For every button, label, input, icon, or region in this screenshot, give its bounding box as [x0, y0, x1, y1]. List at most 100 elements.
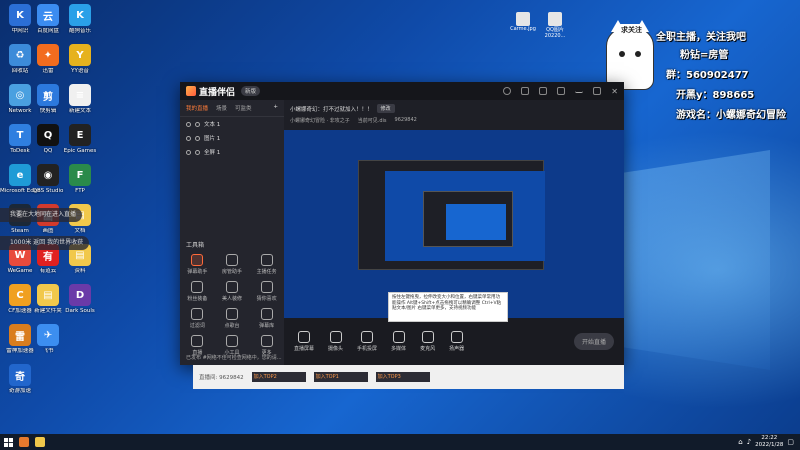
- toolbox-item[interactable]: 更多: [249, 335, 284, 356]
- live-room-strip: 直播间: 9629842 加入TOP2 加入TOP1 加入TOP3: [193, 365, 624, 389]
- source-control[interactable]: 手机投屏: [357, 331, 377, 352]
- minimize-icon[interactable]: [575, 89, 584, 93]
- desktop-icon[interactable]: E Epic Games: [60, 124, 100, 155]
- image-file-icon: [516, 12, 530, 26]
- tool-icon: [191, 281, 204, 293]
- tab-monitor[interactable]: 可监类: [235, 104, 252, 112]
- source-control[interactable]: 扬声器: [449, 331, 464, 352]
- desktop-file-2[interactable]: QQ图片 20220...: [540, 12, 570, 39]
- source-controls-bar: 直播屏幕 摄像头 手机投屏 多媒体 麦克风 扬声器 开始直播: [284, 318, 624, 365]
- tool-label: 弹幕库: [259, 323, 275, 329]
- stream-preview-canvas[interactable]: [284, 130, 624, 318]
- toolbox-title: 工具箱: [186, 242, 205, 249]
- rank-thumb[interactable]: 加入TOP3: [375, 372, 430, 382]
- live-room-meta: 直播间: 9629842: [199, 375, 244, 381]
- desktop-icon-label: 奇游加速: [8, 388, 31, 394]
- source-control-icon: [450, 331, 463, 343]
- maximize-icon[interactable]: [593, 87, 602, 95]
- clock-time: 22:22: [761, 435, 778, 441]
- taskbar: ⌂ ♪ 22:22 2022/1/28 ▢: [0, 434, 800, 450]
- toolbox-item[interactable]: 弹幕助手: [180, 254, 215, 275]
- toolbox-item[interactable]: 房管助手: [215, 254, 250, 275]
- layer-label: 文本 1: [204, 122, 221, 128]
- lock-icon[interactable]: [195, 149, 200, 155]
- toolbox-item[interactable]: 点歌台: [215, 308, 250, 329]
- toolbox-item[interactable]: 粉丝装备: [180, 281, 215, 302]
- toolbox-item[interactable]: 猜你喜欢: [249, 281, 284, 302]
- settings-icon[interactable]: [539, 87, 548, 95]
- lock-icon[interactable]: [195, 135, 200, 141]
- desktop-icon[interactable]: Y YY语音: [60, 44, 100, 75]
- taskbar-app-icon[interactable]: [16, 434, 32, 450]
- visibility-icon[interactable]: [186, 135, 191, 141]
- avatar-icon[interactable]: [503, 87, 512, 95]
- desktop-icon[interactable]: F FTP: [60, 164, 100, 195]
- desktop-icon-label: 新建文本: [68, 108, 91, 114]
- tab-my-live[interactable]: 我的直播: [186, 104, 208, 112]
- close-icon[interactable]: ✕: [611, 87, 618, 96]
- tool-icon: [225, 254, 238, 266]
- taskbar-app-icon[interactable]: [32, 434, 48, 450]
- desktop-icon-label: YY语音: [71, 68, 89, 74]
- tool-icon: [191, 335, 204, 347]
- layer-label: 图片 1: [204, 136, 221, 142]
- rank-thumb[interactable]: 加入TOP2: [251, 372, 306, 382]
- live-companion-window: 直播伴侣 新版 ✕ 我的直播 场景 可监类 + 文本 1 图片 1 全屏 1 工…: [180, 82, 624, 365]
- add-source-icon[interactable]: +: [273, 104, 278, 112]
- tool-icon: [225, 335, 238, 347]
- toolbox-item[interactable]: 美人装修: [215, 281, 250, 302]
- desktop-file-1[interactable]: Carme.jpg: [508, 12, 538, 32]
- layer-item[interactable]: 文本 1: [180, 117, 284, 131]
- follow-tag: 求关注: [618, 24, 645, 36]
- app-icon: ▤: [37, 284, 59, 306]
- tool-label: 猜你喜欢: [256, 296, 277, 302]
- desktop-icon[interactable]: ✈ 飞书: [28, 324, 68, 355]
- notification-icon[interactable]: ▢: [787, 438, 794, 446]
- desktop-icon[interactable]: 奇奇游加速: [0, 364, 40, 395]
- start-button[interactable]: [0, 434, 16, 450]
- clock[interactable]: 22:22 2022/1/28: [755, 435, 783, 449]
- source-control-icon: [329, 331, 342, 343]
- message-icon[interactable]: [521, 87, 530, 95]
- source-control[interactable]: 直播屏幕: [294, 331, 314, 352]
- desktop-icon[interactable]: K 酷狗音乐: [60, 4, 100, 35]
- toolbox-item[interactable]: 主播任务: [249, 254, 284, 275]
- app-title: 直播伴侣: [199, 87, 236, 98]
- layer-item[interactable]: 图片 1: [180, 131, 284, 145]
- toolbox-item[interactable]: 直播: [180, 335, 215, 356]
- tool-icon: [191, 308, 204, 320]
- source-control[interactable]: 摄像头: [328, 331, 343, 352]
- tool-icon: [225, 281, 238, 293]
- desktop-icon[interactable]: ≡ 新建文本: [60, 84, 100, 115]
- toolbox-item[interactable]: 小工具: [215, 335, 250, 356]
- notice-text: 小螺娜奇幻：打不过就加入！！！: [290, 106, 373, 113]
- visibility-icon[interactable]: [186, 121, 191, 127]
- desktop-icon-label: 文档: [74, 228, 86, 234]
- tool-label: 房管助手: [221, 269, 242, 275]
- desktop-icon[interactable]: D Dark Souls: [60, 284, 100, 315]
- desktop-icon-label: 飞书: [42, 348, 54, 354]
- app-titlebar: 直播伴侣 新版 ✕: [180, 82, 624, 100]
- source-control[interactable]: 多媒体: [391, 331, 406, 352]
- desktop-icon-label: FTP: [75, 188, 85, 194]
- rank-thumb[interactable]: 加入TOP1: [313, 372, 368, 382]
- tab-scene[interactable]: 场景: [216, 104, 227, 112]
- start-live-button[interactable]: 开始直播: [573, 333, 614, 350]
- visibility-icon[interactable]: [186, 149, 191, 155]
- toolbox-item[interactable]: 过滤词: [180, 308, 215, 329]
- toolbox-item[interactable]: 弹幕库: [249, 308, 284, 329]
- desktop-icon-label: Epic Games: [63, 148, 97, 154]
- windows-logo-wallpaper: [600, 150, 770, 370]
- image-file-icon: [548, 12, 562, 26]
- tool-label: 过滤词: [189, 323, 205, 329]
- volume-icon[interactable]: ♪: [747, 438, 751, 446]
- edit-notice-button[interactable]: 修改: [376, 104, 395, 113]
- network-icon[interactable]: ⌂: [738, 438, 742, 446]
- room-title[interactable]: 小螺娜奇幻冒险 · 非攻之子: [290, 117, 350, 124]
- version-badge[interactable]: 新版: [241, 86, 261, 96]
- lock-icon[interactable]: [195, 121, 200, 127]
- menu-icon[interactable]: [557, 87, 566, 95]
- source-control[interactable]: 麦克风: [420, 331, 435, 352]
- layer-item[interactable]: 全屏 1: [180, 145, 284, 159]
- app-icon: K: [69, 4, 91, 26]
